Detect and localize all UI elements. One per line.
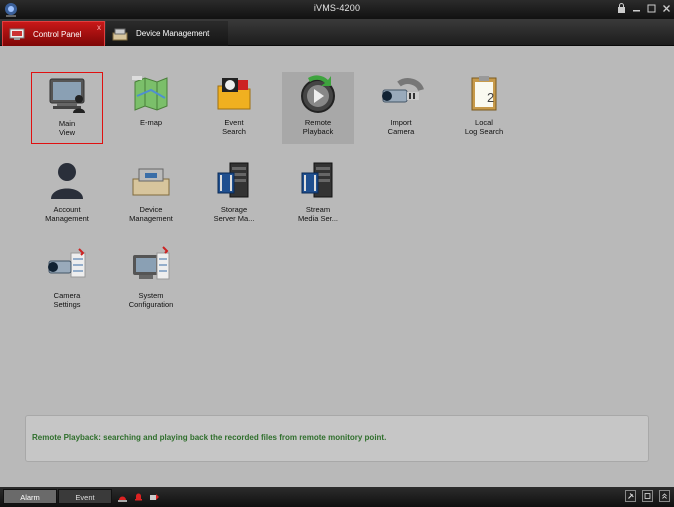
- title-bar: iVMS-4200: [0, 0, 674, 19]
- tab-close-icon[interactable]: x: [97, 23, 101, 32]
- storage-server-icon: [217, 162, 249, 198]
- local-log-search-icon: 2: [471, 76, 497, 111]
- camera-settings-icon: [48, 248, 86, 278]
- module-account-management[interactable]: Account Management: [31, 159, 103, 231]
- tab-alarm[interactable]: Alarm: [3, 489, 57, 504]
- device-management-module-icon: [132, 168, 170, 196]
- module-label: Local Log Search: [464, 118, 504, 136]
- module-storage-server[interactable]: Storage Server Ma...: [198, 159, 270, 231]
- main-view-icon: [49, 78, 85, 113]
- restore-icon[interactable]: [642, 490, 653, 502]
- module-local-log-search[interactable]: 2 Local Log Search: [448, 72, 520, 144]
- alarm-output-icon[interactable]: [149, 491, 160, 502]
- window-title: iVMS-4200: [313, 3, 361, 13]
- lock-icon[interactable]: [617, 3, 626, 13]
- alarm-siren-icon[interactable]: [117, 491, 128, 502]
- import-camera-icon: [382, 78, 424, 103]
- alarm-controls: [117, 491, 160, 502]
- close-icon[interactable]: [662, 3, 671, 13]
- tab-bar: Control Panel x Device Management: [0, 19, 674, 46]
- tab-label: Control Panel: [33, 29, 82, 39]
- control-panel-area: Main View E-map Event Search Remote Play…: [0, 46, 674, 487]
- module-label: Stream Media Ser...: [297, 205, 339, 223]
- device-management-icon: [112, 28, 128, 40]
- tab-control-panel[interactable]: Control Panel x: [2, 21, 105, 46]
- module-label: Account Management: [45, 205, 89, 223]
- module-e-map[interactable]: E-map: [115, 72, 187, 144]
- module-label: Device Management: [129, 205, 173, 223]
- event-search-icon: [217, 78, 251, 110]
- maximize-icon[interactable]: [647, 3, 656, 13]
- module-device-management[interactable]: Device Management: [115, 159, 187, 231]
- module-label: Import Camera: [387, 118, 415, 136]
- module-camera-settings[interactable]: Camera Settings: [31, 245, 103, 317]
- status-description: Remote Playback: searching and playing b…: [32, 433, 387, 442]
- module-event-search[interactable]: Event Search: [198, 72, 270, 144]
- status-panel: Remote Playback: searching and playing b…: [25, 415, 649, 462]
- module-label: Remote Playback: [302, 118, 334, 136]
- module-stream-media-server[interactable]: Stream Media Ser...: [282, 159, 354, 231]
- module-label: Event Search: [222, 118, 246, 136]
- module-system-configuration[interactable]: System Configuration: [115, 245, 187, 317]
- bottom-bar: Alarm Event: [0, 487, 674, 507]
- tab-device-management[interactable]: Device Management: [106, 21, 228, 46]
- account-management-icon: [51, 163, 83, 199]
- e-map-icon: [132, 76, 168, 111]
- module-main-view[interactable]: Main View: [31, 72, 103, 144]
- module-label: Storage Server Ma...: [213, 205, 255, 223]
- module-import-camera[interactable]: Import Camera: [365, 72, 437, 144]
- module-label: Main View: [58, 119, 76, 137]
- module-label: E-map: [139, 118, 163, 127]
- stream-media-server-icon: [301, 162, 333, 198]
- remote-playback-icon: [301, 75, 335, 113]
- alarm-bell-icon[interactable]: [133, 491, 144, 502]
- tab-label: Device Management: [136, 29, 210, 38]
- module-label: Camera Settings: [53, 291, 81, 309]
- window-controls: [617, 3, 671, 13]
- tab-event[interactable]: Event: [58, 489, 112, 504]
- pin-icon[interactable]: [625, 490, 636, 502]
- minimize-icon[interactable]: [632, 3, 641, 13]
- svg-text:2: 2: [487, 90, 494, 105]
- collapse-icon[interactable]: [659, 490, 670, 502]
- module-label: System Configuration: [128, 291, 174, 309]
- control-panel-icon: [9, 28, 25, 40]
- system-configuration-icon: [133, 246, 170, 280]
- panel-controls: [625, 490, 670, 502]
- module-remote-playback[interactable]: Remote Playback: [282, 72, 354, 144]
